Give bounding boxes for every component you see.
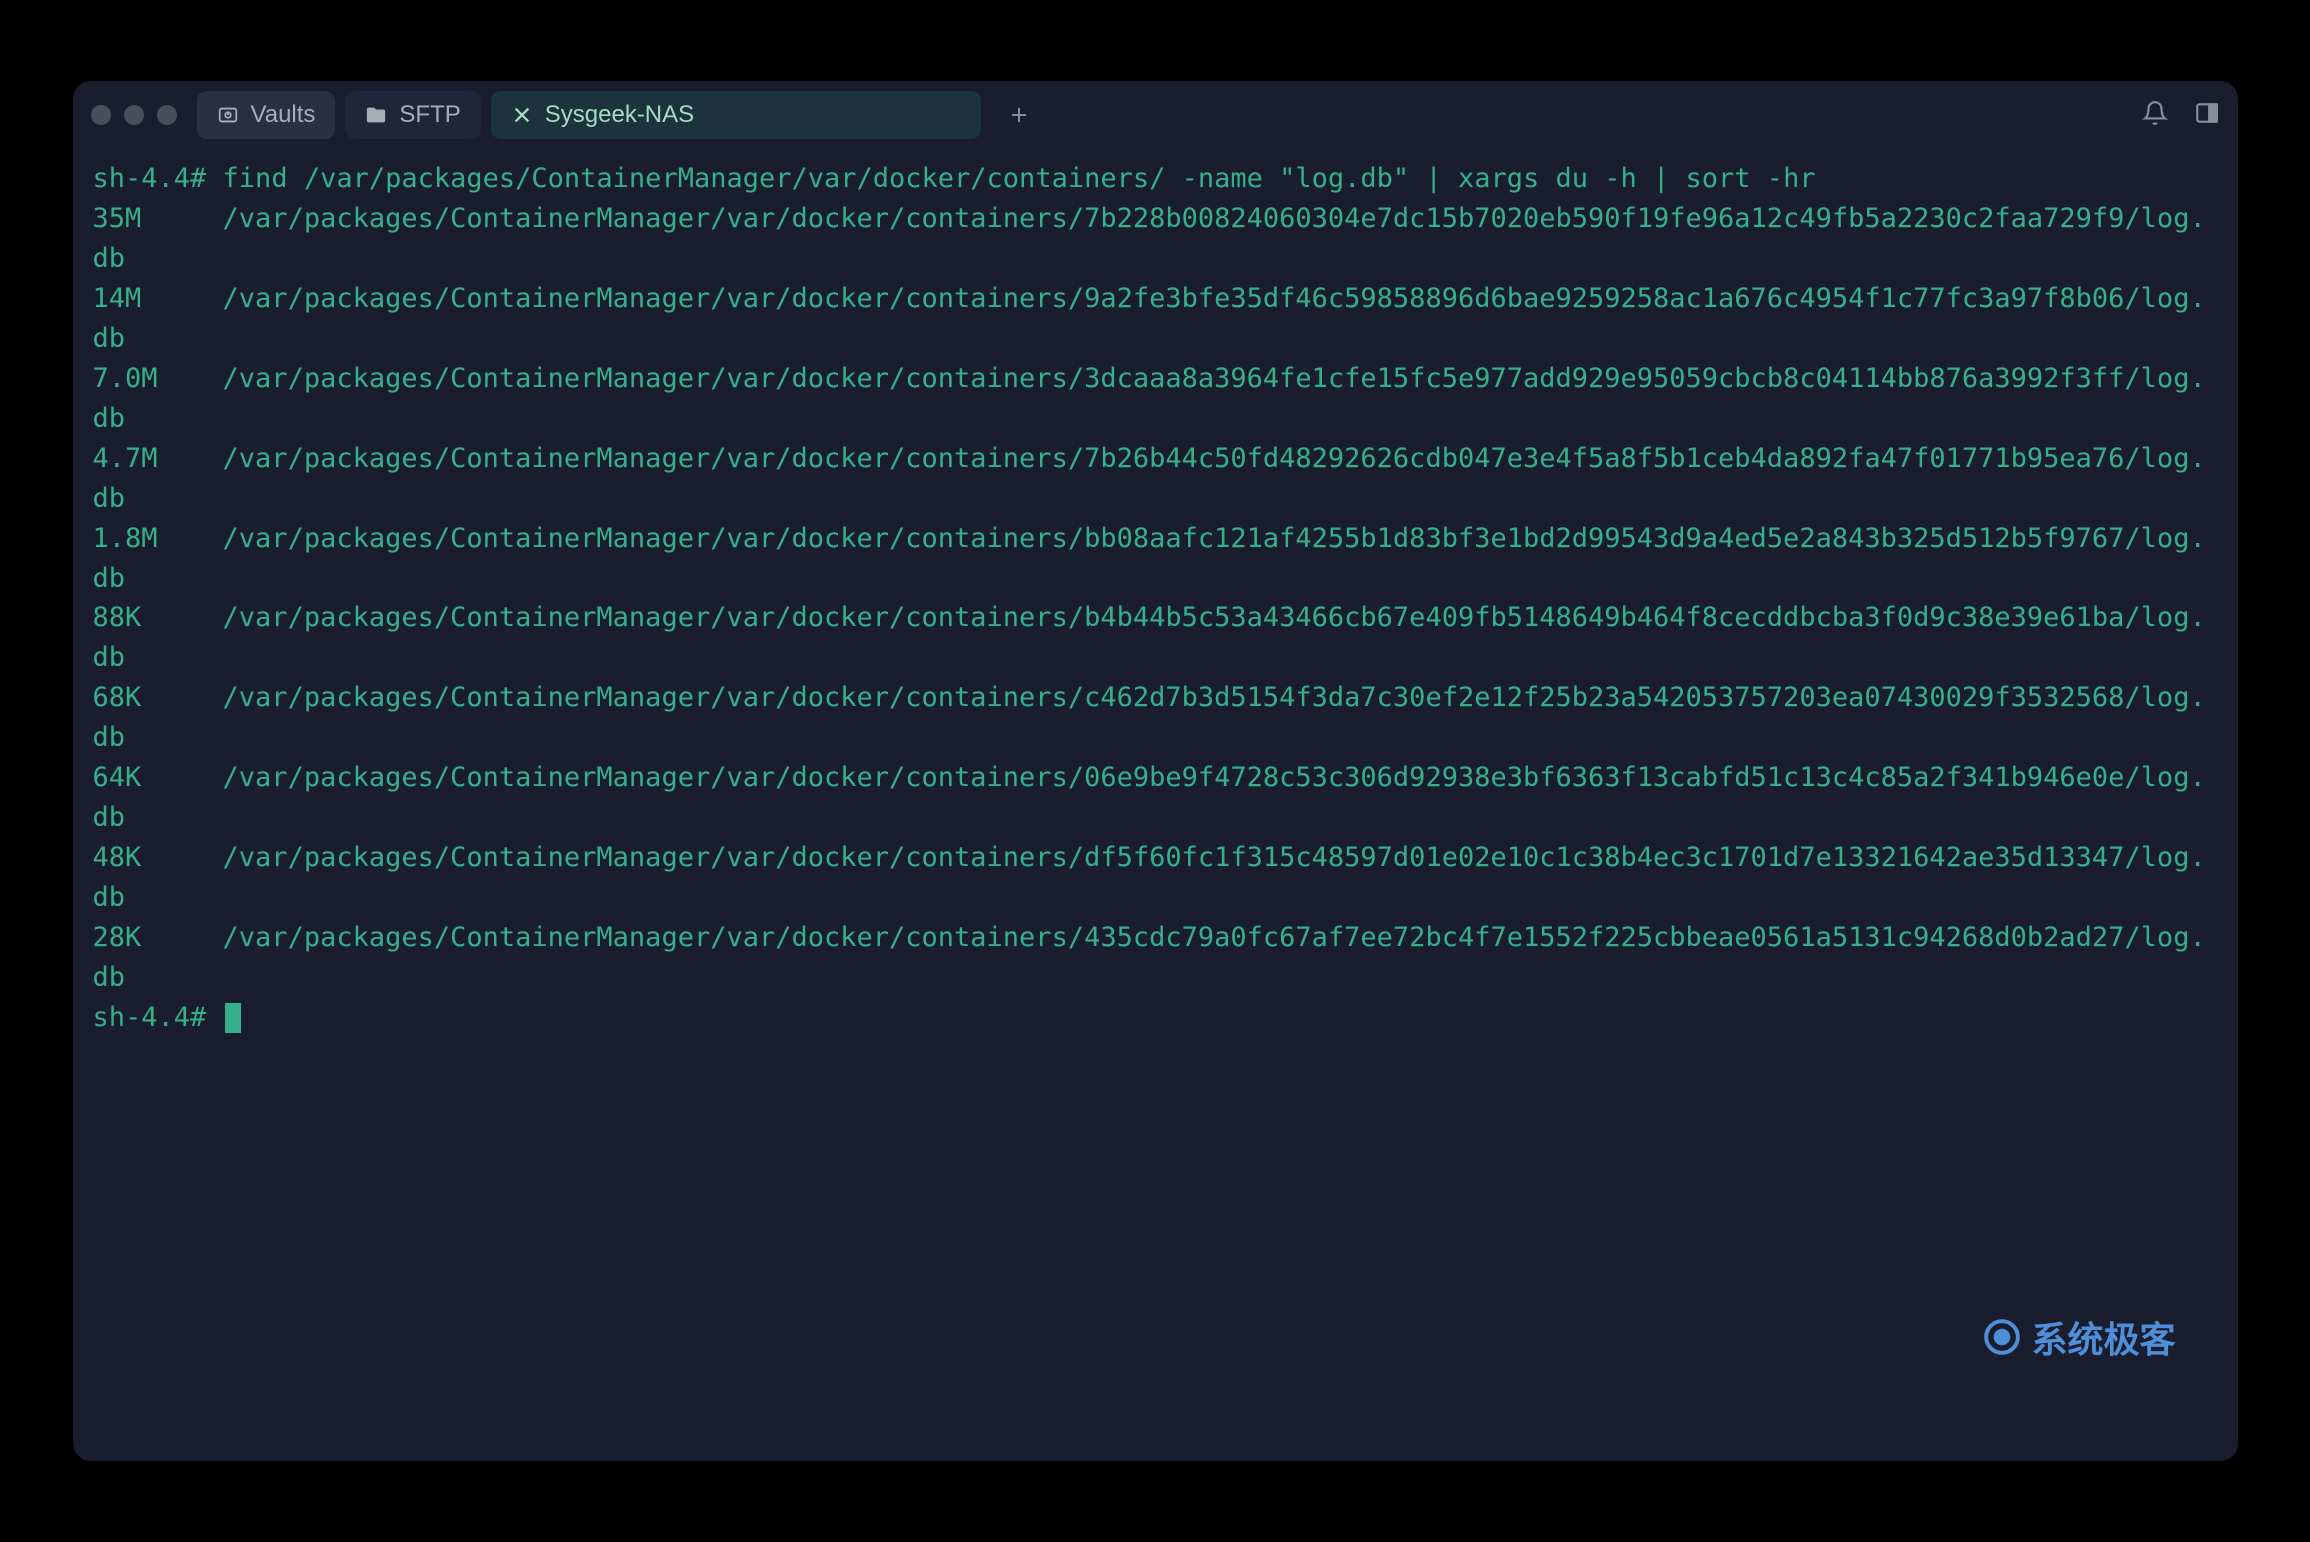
tab-sftp[interactable]: SFTP [345,91,480,139]
close-button[interactable] [91,105,111,125]
traffic-lights [91,105,177,125]
maximize-button[interactable] [157,105,177,125]
output-line: 88K /var/packages/ContainerManager/var/d… [93,602,2206,673]
terminal-window: Vaults SFTP Sysgeek-NAS [73,81,2238,1461]
watermark: 系统极客 [1983,1311,2175,1363]
minimize-button[interactable] [124,105,144,125]
tab-vaults[interactable]: Vaults [197,91,336,139]
output-line: 28K /var/packages/ContainerManager/var/d… [93,922,2206,993]
output-line: 48K /var/packages/ContainerManager/var/d… [93,842,2206,913]
watermark-icon [1983,1318,2021,1356]
output-line: 4.7M /var/packages/ContainerManager/var/… [93,443,2206,514]
output-line: 14M /var/packages/ContainerManager/var/d… [93,283,2206,354]
titlebar: Vaults SFTP Sysgeek-NAS [73,81,2238,149]
tab-label: SFTP [399,101,460,129]
output-line: 35M /var/packages/ContainerManager/var/d… [93,203,2206,274]
folder-icon [365,104,387,126]
right-controls [2142,100,2220,131]
output-line: 68K /var/packages/ContainerManager/var/d… [93,682,2206,753]
watermark-text: 系统极客 [2031,1311,2175,1363]
vault-icon [217,104,239,126]
close-icon[interactable] [511,104,533,126]
command: find /var/packages/ContainerManager/var/… [223,163,1816,194]
output-line: 7.0M /var/packages/ContainerManager/var/… [93,363,2206,434]
bell-icon[interactable] [2142,100,2168,131]
prompt: sh-4.4# [93,1002,223,1033]
tab-active[interactable]: Sysgeek-NAS [491,91,981,139]
output-line: 1.8M /var/packages/ContainerManager/var/… [93,523,2206,594]
tab-label: Sysgeek-NAS [545,101,694,129]
prompt: sh-4.4# [93,163,223,194]
cursor [225,1003,241,1033]
tab-label: Vaults [251,101,316,129]
terminal-body[interactable]: sh-4.4# find /var/packages/ContainerMana… [73,149,2238,1461]
output-line: 64K /var/packages/ContainerManager/var/d… [93,762,2206,833]
panel-icon[interactable] [2194,100,2220,131]
add-tab-button[interactable] [991,93,1047,137]
